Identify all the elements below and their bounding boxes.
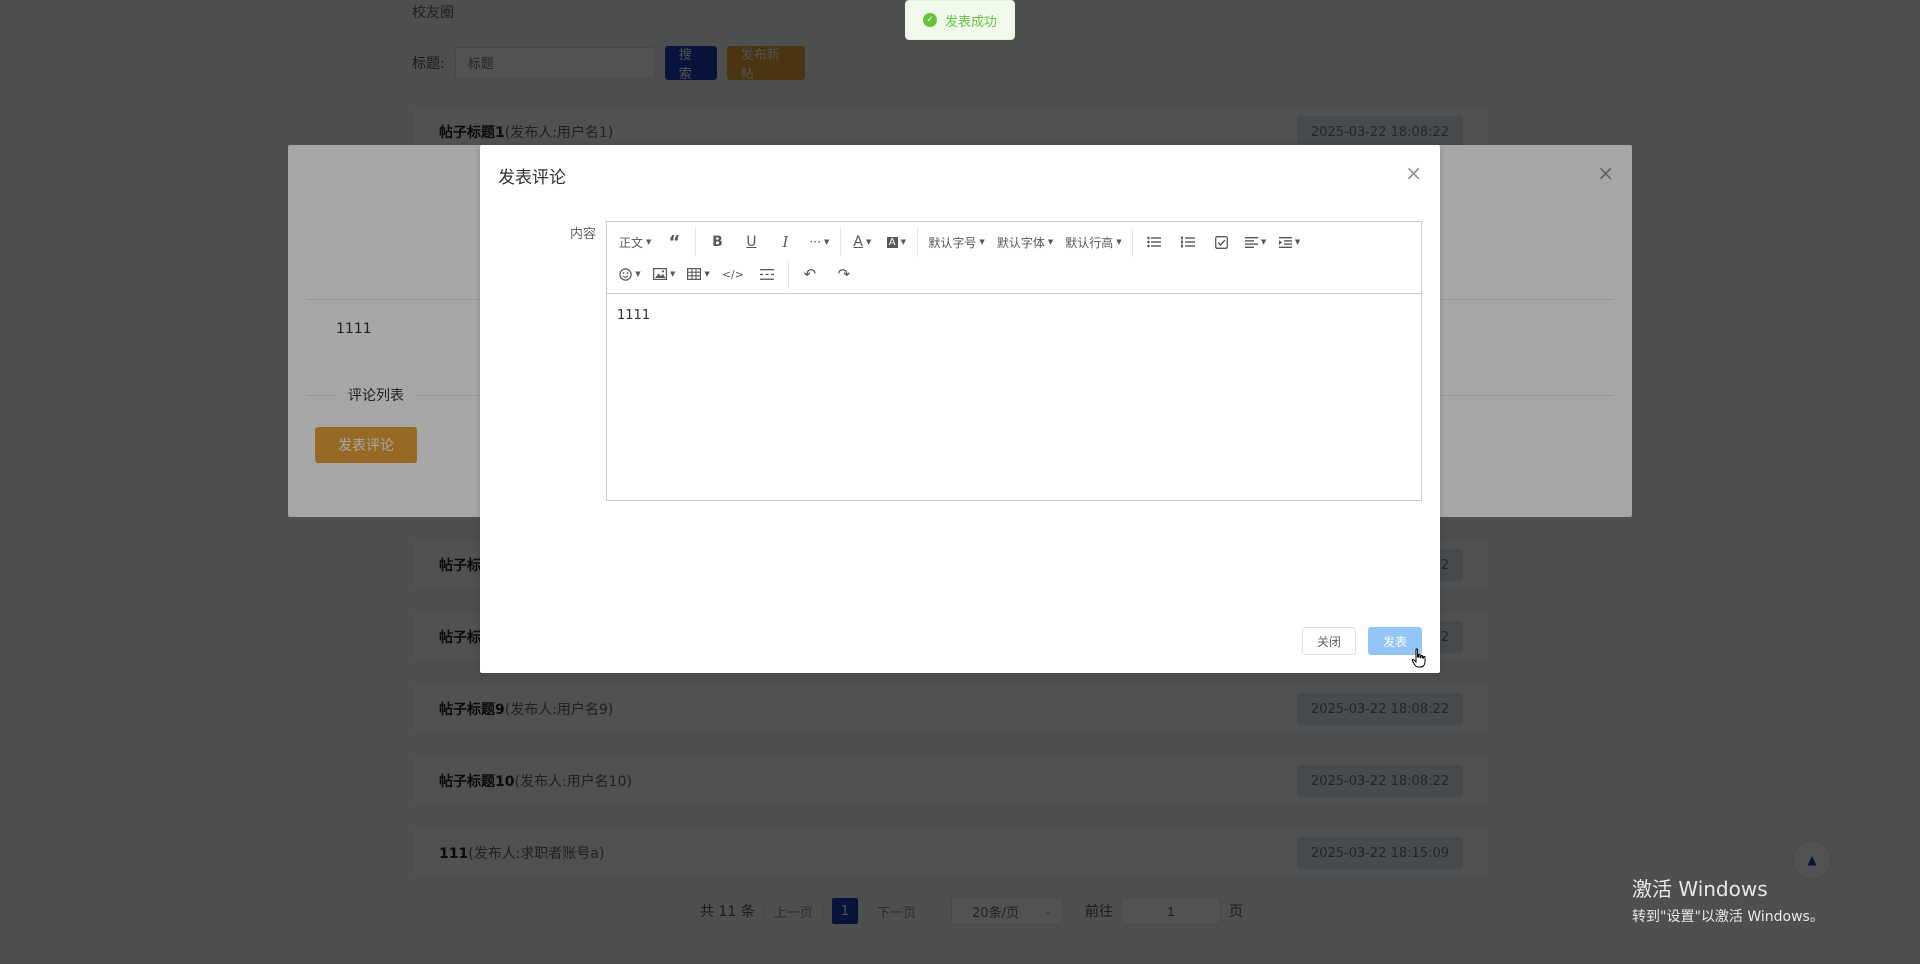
more-style-icon[interactable]: ··· ▼ (802, 227, 836, 257)
numbered-list-icon[interactable] (1171, 227, 1205, 257)
todo-checkbox-icon[interactable] (1205, 227, 1239, 257)
underline-icon[interactable]: U (734, 227, 768, 257)
emoji-icon[interactable]: ▼ (613, 259, 647, 289)
line-height-value: 默认行高 (1065, 235, 1114, 250)
toolbar-separator (917, 227, 919, 257)
editor-toolbar: 正文 ▼ “ B U I ··· ▼ A ▼ A ▼ 默认字号 ▼ 默认字体 ▼ 默认行高 ▼ (607, 222, 1421, 294)
heading-value: 正文 (619, 235, 644, 250)
toolbar-separator (840, 227, 842, 257)
font-family-select[interactable]: 默认字体 ▼ (991, 227, 1059, 257)
toast-message: 发表成功 (944, 14, 997, 30)
hand-cursor-icon (1411, 648, 1427, 672)
watermark-subtitle: 转到"设置"以激活 Windows。 (1632, 909, 1824, 925)
code-icon[interactable]: </> (716, 259, 750, 289)
dialog-footer: 关闭 发表 (1301, 627, 1422, 655)
success-toast: ✓ 发表成功 (905, 0, 1015, 40)
font-color-icon[interactable]: A ▼ (845, 227, 879, 257)
heading-select[interactable]: 正文 ▼ (613, 227, 657, 257)
background-color-icon[interactable]: A ▼ (879, 227, 913, 257)
blockquote-icon[interactable]: “ (657, 227, 691, 257)
toolbar-separator (787, 259, 789, 289)
editor-text: 1111 (617, 308, 651, 323)
toolbar-separator (695, 227, 697, 257)
bold-icon[interactable]: B (700, 227, 734, 257)
watermark-title: 激活 Windows (1632, 877, 1768, 901)
italic-icon[interactable]: I (768, 227, 802, 257)
redo-icon[interactable]: ↷ (827, 259, 861, 289)
close-button[interactable]: 关闭 (1301, 627, 1356, 655)
undo-icon[interactable]: ↶ (793, 259, 827, 289)
editor-content-area[interactable]: 1111 (607, 294, 1421, 337)
content-label: 内容 (570, 227, 597, 242)
rich-text-editor: 正文 ▼ “ B U I ··· ▼ A ▼ A ▼ 默认字号 ▼ 默认字体 ▼ 默认行高 ▼ (606, 221, 1422, 501)
indent-icon[interactable]: ▼ (1273, 227, 1307, 257)
table-icon[interactable]: ▼ (681, 259, 715, 289)
font-size-select[interactable]: 默认字号 ▼ (922, 227, 990, 257)
line-height-select[interactable]: 默认行高 ▼ (1059, 227, 1127, 257)
align-icon[interactable]: ▼ (1239, 227, 1273, 257)
success-check-icon: ✓ (922, 13, 937, 27)
font-family-value: 默认字体 (996, 235, 1045, 250)
bullet-list-icon[interactable] (1137, 227, 1171, 257)
windows-activation-watermark: 激活 Windows 转到"设置"以激活 Windows。 (1632, 873, 1824, 926)
close-icon[interactable]: × (1405, 163, 1422, 183)
image-icon[interactable]: ▼ (647, 259, 681, 289)
post-comment-dialog: 发表评论 × 内容 正文 ▼ “ B U I ··· ▼ A ▼ A ▼ 默认字号 ▼ 默… (480, 145, 1440, 673)
divider-line-icon[interactable] (750, 259, 784, 289)
font-size-value: 默认字号 (928, 235, 977, 250)
dialog-title: 发表评论 (498, 168, 566, 188)
toolbar-separator (1131, 227, 1133, 257)
